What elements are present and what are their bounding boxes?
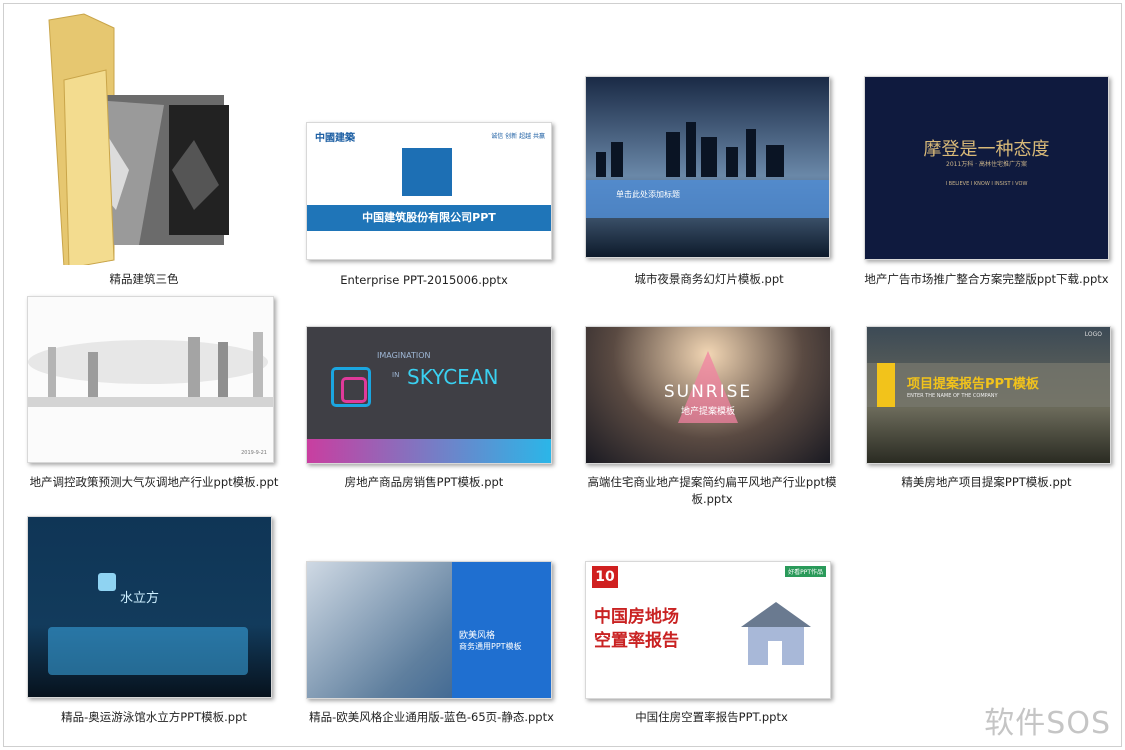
thumbnail: SUNRISE 地产提案模板 <box>585 326 831 464</box>
skyline-graphic <box>596 122 784 177</box>
thumbnail: 摩登是一种态度 2011万科 · 高林住宅推广方案 I BELIEVE I KN… <box>864 76 1109 260</box>
date-footer: 2019-9-21 <box>241 450 267 456</box>
file-item[interactable]: 10 好看PPT作品 中国房地场 空置率报告 中国住房空置率报告PPT.pptx <box>574 559 849 734</box>
corner-tag: 好看PPT作品 <box>785 566 826 577</box>
brand-text: SKYCEAN <box>407 365 499 389</box>
thumbnail: LOGO 项目提案报告PPT模板 ENTER THE NAME OF THE C… <box>866 326 1111 464</box>
item-label: Enterprise PPT-2015006.pptx <box>340 273 508 287</box>
number-badge: 10 <box>592 566 618 588</box>
small-text: IMAGINATION <box>377 351 431 360</box>
item-label: 房地产商品房销售PPT模板.ppt <box>344 475 504 489</box>
ad-title: 摩登是一种态度 <box>923 139 1050 160</box>
item-label: 城市夜景商务幻灯片模板.ppt <box>634 272 784 286</box>
caption-text: 单击此处添加标题 <box>616 190 680 199</box>
prefix-text: IN <box>392 371 400 379</box>
cube-title: 水立方 <box>120 591 160 606</box>
accent-bar <box>877 363 895 407</box>
item-label: 精品-欧美风格企业通用版-蓝色-65页-静态.pptx <box>309 710 554 724</box>
folder-item[interactable]: 精品建筑三色 <box>24 10 264 290</box>
file-explorer-view: 精品建筑三色 中國建築 诚信 创新 超越 共赢 中国建筑股份有限公司PPT En… <box>3 3 1122 747</box>
logo-text: LOGO <box>1084 331 1102 338</box>
thumbnail: 10 好看PPT作品 中国房地场 空置率报告 <box>585 561 831 699</box>
company-title: 中国建筑股份有限公司PPT <box>362 211 496 224</box>
nav-text: 诚信 创新 超越 共赢 <box>491 133 545 140</box>
style-title: 欧美风格 <box>459 631 496 641</box>
file-item[interactable]: 单击此处添加标题 城市夜景商务幻灯片模板.ppt <box>579 74 839 286</box>
report-title-1: 中国房地场 <box>594 607 679 627</box>
thumbnail: 2019-9-21 <box>27 296 274 463</box>
style-subtitle: 商务通用PPT模板 <box>459 642 522 651</box>
proposal-sub: ENTER THE NAME OF THE COMPANY <box>907 393 998 399</box>
item-label: 高端住宅商业地产提案简约扁平风地产行业ppt模板.pptx <box>587 475 837 506</box>
file-item[interactable]: 中國建築 诚信 创新 超越 共赢 中国建筑股份有限公司PPT Enterpris… <box>294 114 554 287</box>
item-label: 精品-奥运游泳馆水立方PPT模板.ppt <box>61 710 247 724</box>
thumbnail: 单击此处添加标题 <box>585 76 830 258</box>
watermark: 软件SOS <box>984 706 1111 741</box>
item-label: 精品建筑三色 <box>109 272 179 286</box>
file-item[interactable]: IMAGINATION IN SKYCEAN 房地产商品房销售PPT模板.ppt <box>294 324 554 504</box>
logo-square-pink <box>341 377 367 403</box>
sunrise-subtitle: 地产提案模板 <box>680 407 735 417</box>
file-item[interactable]: SUNRISE 地产提案模板 高端住宅商业地产提案简约扁平风地产行业ppt模板.… <box>574 324 849 514</box>
file-item[interactable]: 2019-9-21 地产调控政策预测大气灰调地产行业ppt模板.ppt <box>19 294 289 504</box>
report-title-2: 空置率报告 <box>594 631 679 651</box>
brand-logo: 中國建築 <box>315 133 355 144</box>
cube-graphic <box>98 573 116 591</box>
file-item[interactable]: 水立方 精品-奥运游泳馆水立方PPT模板.ppt <box>19 514 289 729</box>
sunrise-title: SUNRISE <box>663 382 753 402</box>
ad-subtitle: 2011万科 · 高林住宅推广方案 <box>946 161 1027 168</box>
ad-tagline: I BELIEVE I KNOW I INSIST I VOW <box>945 181 1028 187</box>
building-glow <box>48 627 248 675</box>
file-item[interactable]: 欧美风格 商务通用PPT模板 精品-欧美风格企业通用版-蓝色-65页-静态.pp… <box>294 559 569 734</box>
item-label: 精美房地产项目提案PPT模板.ppt <box>901 475 1072 489</box>
thumbnail: IMAGINATION IN SKYCEAN <box>306 326 552 464</box>
file-item[interactable]: LOGO 项目提案报告PPT模板 ENTER THE NAME OF THE C… <box>854 324 1119 504</box>
city-graphic <box>28 332 273 407</box>
item-label: 地产调控政策预测大气灰调地产行业ppt模板.ppt <box>29 475 279 489</box>
house-graphic <box>736 597 816 667</box>
file-item[interactable]: 摩登是一种态度 2011万科 · 高林住宅推广方案 I BELIEVE I KN… <box>854 74 1119 286</box>
logo-mark <box>402 148 452 196</box>
item-label: 中国住房空置率报告PPT.pptx <box>635 710 788 724</box>
folder-icon <box>44 10 234 269</box>
thumbnail: 欧美风格 商务通用PPT模板 <box>306 561 552 699</box>
proposal-title: 项目提案报告PPT模板 <box>907 377 1039 392</box>
thumbnail: 中國建築 诚信 创新 超越 共赢 中国建筑股份有限公司PPT <box>306 122 552 260</box>
thumbnail: 水立方 <box>27 516 272 698</box>
item-label: 地产广告市场推广整合方案完整版ppt下载.pptx <box>864 272 1109 286</box>
skyline-strip <box>307 439 551 463</box>
